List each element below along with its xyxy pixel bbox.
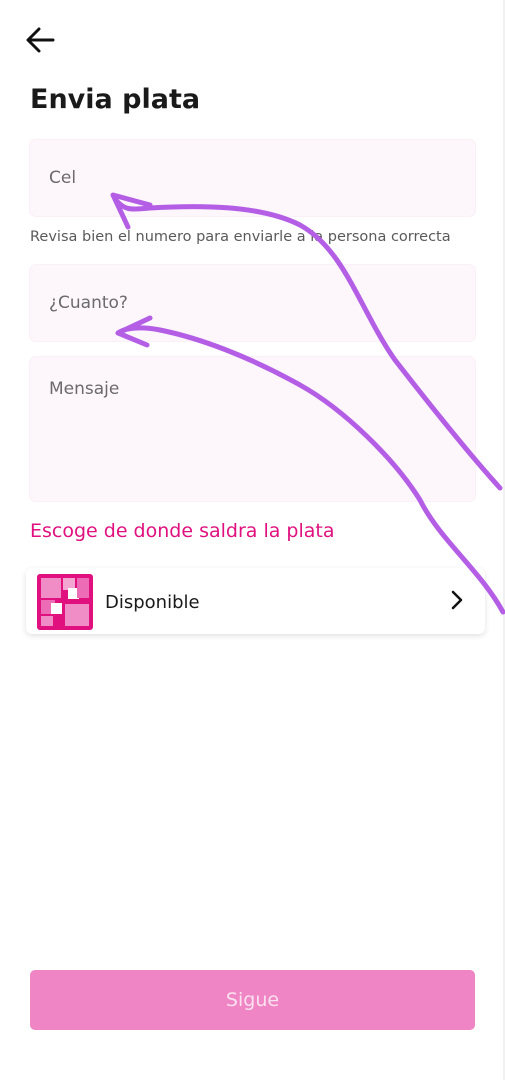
source-section-label: Escoge de donde saldra la plata: [30, 520, 335, 542]
phone-input[interactable]: [30, 140, 475, 216]
continue-button[interactable]: Sigue: [30, 970, 475, 1030]
message-input[interactable]: [30, 357, 475, 501]
send-money-screen: Envia plata Revisa bien el numero para e…: [0, 0, 505, 1080]
chevron-right-icon: [451, 590, 463, 610]
arrow-left-icon: [26, 27, 55, 53]
amount-field[interactable]: [30, 265, 475, 341]
page-title: Envia plata: [30, 84, 201, 115]
phone-helper-text: Revisa bien el numero para enviarle a la…: [30, 229, 451, 245]
source-account-label: Disponible: [105, 592, 200, 613]
message-field[interactable]: [30, 357, 475, 501]
back-button[interactable]: [20, 22, 60, 58]
amount-input[interactable]: [30, 265, 475, 341]
phone-field[interactable]: [30, 140, 475, 216]
account-logo-icon: [37, 574, 93, 630]
source-account-option[interactable]: Disponible: [26, 568, 485, 634]
